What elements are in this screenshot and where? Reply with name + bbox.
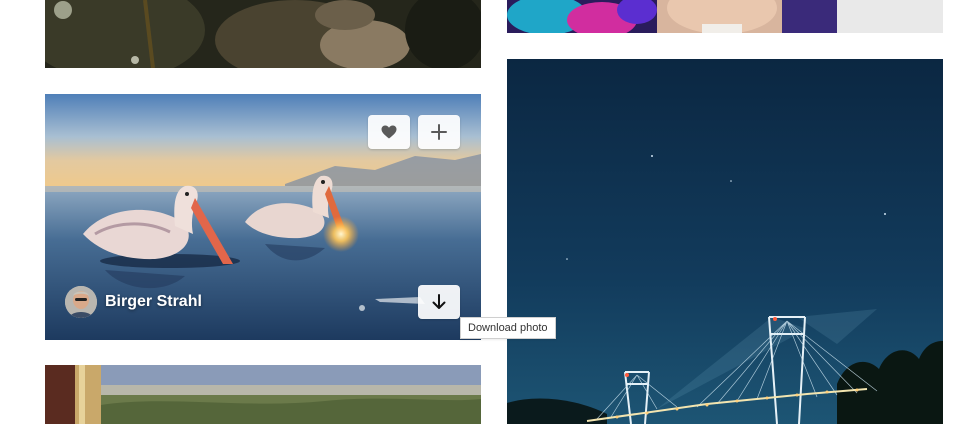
arrow-down-icon: [432, 294, 446, 309]
photo-author[interactable]: Birger Strahl: [65, 285, 202, 319]
author-name[interactable]: Birger Strahl: [105, 293, 202, 311]
avatar-image: [65, 286, 97, 318]
heart-icon: [381, 125, 397, 139]
photo-bridge-image: [507, 59, 943, 424]
photo-card-pelicans[interactable]: Birger Strahl: [45, 94, 481, 340]
photo-painting-image: [45, 365, 481, 424]
download-button[interactable]: [418, 285, 460, 319]
photo-card-flowers[interactable]: [45, 0, 481, 68]
avatar[interactable]: [65, 286, 97, 318]
photo-card-painting[interactable]: [45, 365, 481, 424]
photo-portrait-image: [507, 0, 943, 33]
photo-flowers-image: [45, 0, 481, 68]
plus-icon: [431, 124, 447, 140]
like-button[interactable]: [368, 115, 410, 149]
add-to-collection-button[interactable]: [418, 115, 460, 149]
download-tooltip: Download photo: [460, 317, 556, 339]
photo-card-bridge[interactable]: [507, 59, 943, 424]
photo-card-portrait[interactable]: [507, 0, 943, 33]
